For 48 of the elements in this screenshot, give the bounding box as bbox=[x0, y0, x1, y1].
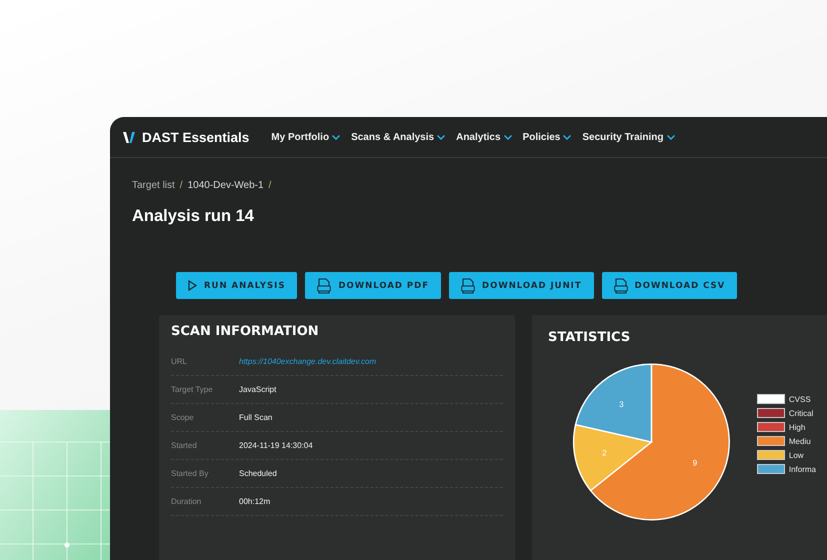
field-label: Started By bbox=[171, 469, 210, 478]
legend-label: Informa bbox=[788, 464, 816, 474]
card-title: STATISTICS bbox=[548, 330, 632, 345]
action-button[interactable]: DOWNLOAD JUNIT bbox=[449, 272, 594, 299]
action-button[interactable]: RUN ANALYSIS bbox=[176, 272, 298, 299]
nav-menu[interactable]: My Portfolio bbox=[271, 132, 340, 142]
chevron-down-icon bbox=[437, 134, 446, 140]
field-value: Full Scan bbox=[239, 413, 272, 422]
legend-label: Low bbox=[788, 450, 804, 460]
breadcrumb-separator: / bbox=[180, 180, 183, 191]
action-button[interactable]: DOWNLOAD PDF bbox=[305, 272, 442, 299]
nav-menu[interactable]: Analytics bbox=[456, 132, 512, 142]
chevron-down-icon bbox=[332, 134, 340, 140]
file-icon bbox=[461, 278, 476, 294]
action-button[interactable]: DOWNLOAD CSV bbox=[602, 272, 738, 299]
chevron-down-icon bbox=[666, 134, 675, 140]
logo-icon bbox=[123, 130, 136, 144]
slice-value: 2 bbox=[602, 448, 607, 458]
chevron-down-icon bbox=[504, 134, 512, 140]
legend-label: Mediu bbox=[788, 436, 811, 446]
chevron-down-icon bbox=[563, 134, 572, 140]
field-value: JavaScript bbox=[239, 385, 276, 394]
file-icon bbox=[317, 278, 332, 294]
field-label: Duration bbox=[171, 497, 202, 506]
field-value: 2024-11-19 14:30:04 bbox=[239, 441, 313, 450]
nav-menu[interactable]: Security Training bbox=[582, 132, 675, 142]
field-label: Scope bbox=[171, 413, 195, 422]
nav-menu[interactable]: Policies bbox=[522, 132, 572, 142]
breadcrumb-link[interactable]: 1040-Dev-Web-1 bbox=[188, 180, 264, 191]
page-title: Analysis run 14 bbox=[132, 207, 255, 226]
field-label: Started bbox=[171, 441, 198, 450]
card-title: SCAN INFORMATION bbox=[171, 324, 320, 339]
field-value: 00h:12m bbox=[239, 497, 270, 506]
legend-label: CVSS bbox=[788, 394, 811, 404]
nav-menu[interactable]: Scans & Analysis bbox=[351, 132, 446, 142]
slice-value: 3 bbox=[619, 400, 624, 409]
breadcrumb-separator: / bbox=[268, 180, 272, 191]
brand-name: DAST Essentials bbox=[142, 130, 250, 144]
file-icon bbox=[614, 278, 628, 294]
field-label: URL bbox=[171, 357, 188, 366]
field-value: Scheduled bbox=[239, 469, 277, 478]
legend-label: High bbox=[788, 422, 806, 432]
url-link[interactable]: https://1040exchange.dev.claitdev.com bbox=[239, 357, 376, 366]
play-icon bbox=[188, 280, 197, 291]
slice-value: 9 bbox=[692, 458, 698, 468]
breadcrumb-link[interactable]: Target list bbox=[132, 180, 175, 191]
legend-label: Critical bbox=[788, 408, 814, 418]
field-label: Target Type bbox=[171, 385, 214, 394]
